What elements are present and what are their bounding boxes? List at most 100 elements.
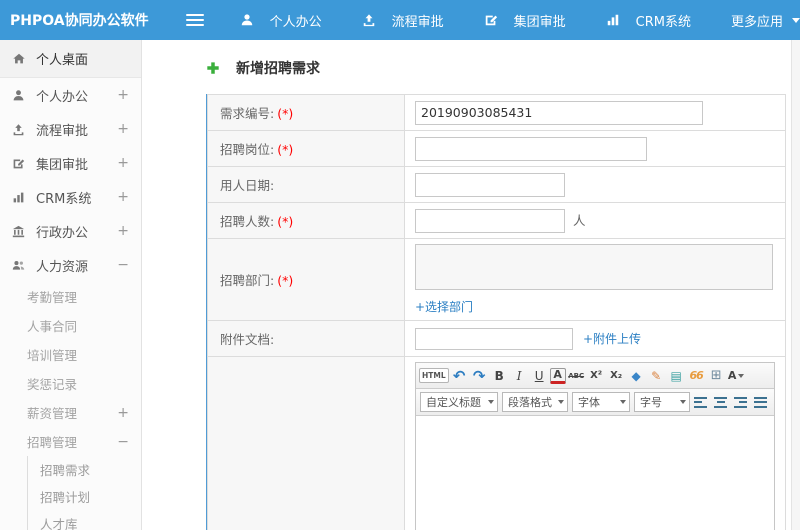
expand-icon[interactable]: +	[117, 223, 129, 239]
home-icon	[12, 52, 27, 66]
table-button[interactable]: ⊞	[707, 366, 726, 386]
sidebar-item-workflow-approval[interactable]: 流程审批 +	[0, 112, 141, 146]
sidebar-item-training[interactable]: 培训管理	[0, 340, 141, 369]
sidebar: 个人桌面 个人办公 + 流程审批 + 集团审批 + CRM系统 + 行政办公 +…	[0, 40, 142, 530]
user-icon	[240, 13, 254, 27]
expand-icon[interactable]: +	[117, 155, 129, 171]
alignment-buttons	[694, 396, 767, 408]
align-left-icon[interactable]	[694, 396, 707, 408]
sidebar-item-label: 个人办公	[36, 89, 89, 105]
font-color-button[interactable]: A	[549, 367, 566, 384]
sidebar-item-label: 人力资源	[36, 259, 89, 275]
sidebar-item-hr-contract[interactable]: 人事合同	[0, 311, 141, 340]
sidebar-item-crm[interactable]: CRM系统 +	[0, 180, 141, 214]
field-label: 岗位要求:(*)	[207, 356, 405, 530]
collapse-icon[interactable]: −	[117, 257, 129, 273]
sidebar-item-admin-office[interactable]: 行政办公 +	[0, 214, 141, 248]
nav-more-apps[interactable]: 更多应用	[731, 11, 800, 30]
required-mark: (*)	[277, 214, 294, 229]
sidebar-item-label: 薪资管理	[27, 406, 78, 421]
people-icon	[12, 259, 27, 272]
sidebar-item-label: CRM系统	[36, 191, 92, 207]
form-row-department: 招聘部门: (*) +选择部门	[207, 238, 786, 321]
required-mark: (*)	[277, 106, 294, 121]
sidebar-item-salary[interactable]: 薪资管理 +	[0, 398, 141, 427]
nav-label: 流程审批	[391, 14, 444, 30]
blockquote-button[interactable]: 66	[687, 366, 706, 386]
sidebar-item-attendance[interactable]: 考勤管理	[0, 282, 141, 311]
sidebar-item-label: 招聘计划	[40, 490, 91, 505]
sidebar-item-talent-pool[interactable]: 人才库	[28, 510, 141, 530]
request-number-input[interactable]	[415, 100, 703, 125]
sidebar-item-label: 奖惩记录	[27, 377, 78, 392]
nav-personal-office[interactable]: 个人办公	[240, 11, 322, 30]
html-source-button[interactable]: HTML	[419, 368, 449, 383]
expand-icon[interactable]: +	[117, 405, 129, 421]
add-icon	[206, 61, 220, 75]
format-brush-button[interactable]: ✎	[647, 366, 666, 386]
chevron-down-icon	[488, 400, 494, 404]
hire-date-input[interactable]	[415, 172, 565, 197]
form-row-request-number: 需求编号: (*)	[207, 94, 786, 131]
redo-button[interactable]: ↷	[470, 366, 489, 386]
sidebar-item-group-approval[interactable]: 集团审批 +	[0, 146, 141, 180]
nav-workflow-approval[interactable]: 流程审批	[362, 11, 444, 30]
sidebar-item-recruit-request[interactable]: 招聘需求	[28, 456, 141, 483]
attachment-upload-link[interactable]: +附件上传	[583, 332, 641, 346]
sidebar-item-desktop[interactable]: 个人桌面	[0, 40, 141, 78]
form-row-headcount: 招聘人数: (*) 人	[207, 202, 786, 239]
sidebar-item-label: 个人桌面	[36, 53, 89, 68]
font-size-button[interactable]: A	[727, 366, 746, 386]
sidebar-item-recruit-plan[interactable]: 招聘计划	[28, 483, 141, 510]
sidebar-item-label: 培训管理	[27, 348, 78, 363]
form-row-attachment: 附件文档: +附件上传	[207, 320, 786, 357]
eraser-button[interactable]: ◆	[627, 366, 646, 386]
field-label: 招聘人数: (*)	[207, 202, 405, 239]
underline-button[interactable]: U	[530, 366, 549, 386]
align-justify-icon[interactable]	[754, 396, 767, 408]
bold-button[interactable]: B	[490, 366, 509, 386]
select-department-link[interactable]: +选择部门	[415, 298, 775, 315]
edit-square-icon	[12, 157, 27, 170]
subscript-button[interactable]: X₂	[607, 366, 626, 386]
field-label: 附件文档:	[207, 320, 405, 357]
superscript-button[interactable]: X²	[587, 366, 606, 386]
attachment-input[interactable]	[415, 327, 573, 350]
undo-button[interactable]: ↶	[450, 366, 469, 386]
custom-title-dropdown[interactable]: 自定义标题	[420, 392, 498, 412]
building-icon	[12, 225, 27, 238]
italic-button[interactable]: I	[510, 366, 529, 386]
nav-label: 集团审批	[513, 14, 566, 30]
sidebar-item-hr[interactable]: 人力资源 −	[0, 248, 141, 282]
fill-color-button[interactable]: ▤	[667, 366, 686, 386]
hamburger-menu-icon[interactable]	[185, 14, 204, 26]
field-label: 招聘岗位: (*)	[207, 130, 405, 167]
nav-crm-system[interactable]: CRM系统	[606, 11, 691, 30]
vertical-scrollbar[interactable]	[791, 40, 800, 530]
headcount-input[interactable]	[415, 208, 565, 233]
department-textarea[interactable]	[415, 244, 773, 290]
align-center-icon[interactable]	[714, 396, 727, 408]
expand-icon[interactable]: +	[117, 87, 129, 103]
chevron-down-icon	[738, 373, 745, 378]
nav-label: CRM系统	[635, 14, 691, 30]
align-right-icon[interactable]	[734, 396, 747, 408]
sidebar-item-label: 集团审批	[36, 157, 89, 173]
expand-icon[interactable]: +	[117, 121, 129, 137]
sidebar-item-label: 招聘需求	[40, 463, 91, 478]
nav-label: 个人办公	[269, 14, 322, 30]
strikethrough-button[interactable]: ABC	[567, 366, 586, 386]
paragraph-format-dropdown[interactable]: 段落格式	[502, 392, 568, 412]
expand-icon[interactable]: +	[117, 189, 129, 205]
sidebar-item-recruitment[interactable]: 招聘管理 −	[0, 427, 141, 456]
chevron-down-icon	[680, 400, 686, 404]
sidebar-item-personal-office[interactable]: 个人办公 +	[0, 78, 141, 112]
font-family-dropdown[interactable]: 字体	[572, 392, 630, 412]
nav-group-approval[interactable]: 集团审批	[484, 11, 566, 30]
editor-content[interactable]	[416, 416, 774, 530]
sidebar-item-rewards[interactable]: 奖惩记录	[0, 369, 141, 398]
workflow-icon	[12, 123, 27, 136]
font-size-dropdown[interactable]: 字号	[634, 392, 690, 412]
position-input[interactable]	[415, 136, 647, 161]
collapse-icon[interactable]: −	[117, 434, 129, 450]
